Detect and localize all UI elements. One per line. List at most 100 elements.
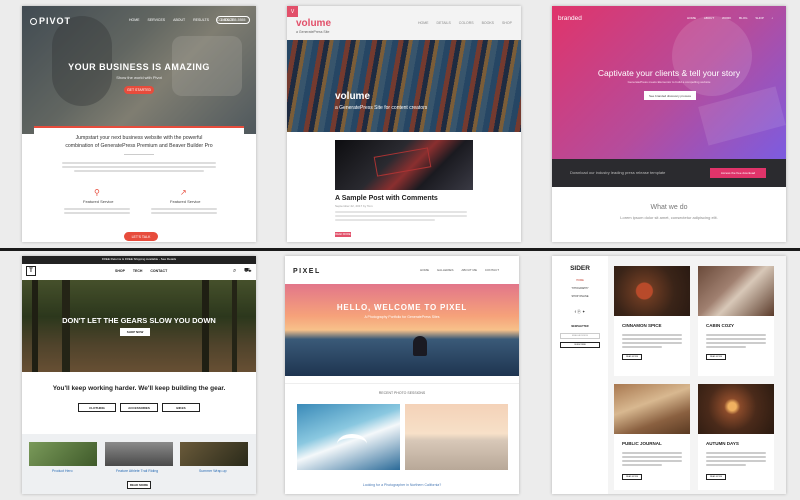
trail-product-2-image[interactable]	[105, 442, 173, 466]
volume-post-image[interactable]	[335, 140, 473, 190]
sider-menu-shop[interactable]: SHOP ONLINE	[552, 295, 608, 299]
sider-post-3-title[interactable]: PUBLIC JOURNAL	[622, 441, 662, 447]
sider-post-3-read-more-label: READ MORE	[625, 476, 639, 478]
sider-menu-home[interactable]: HOME	[552, 279, 608, 283]
pivot-intro-line-2: combination of GeneratePress Premium and…	[65, 143, 213, 149]
volume-post-title[interactable]: A Sample Post with Comments	[335, 195, 438, 202]
branded-hero-subtitle: GeneratePress meets Elementor to build a…	[627, 80, 711, 84]
theme-gallery: PIVOT HOME SERVICES ABOUT RESULTS CONTAC…	[0, 0, 800, 500]
trail-nav-shop[interactable]: SHOP	[115, 269, 125, 273]
sider-post-4-title[interactable]: AUTUMN DAYS	[706, 441, 739, 447]
sider-post-3-read-more[interactable]: READ MORE	[622, 474, 642, 480]
sider-post-1-read-more[interactable]: READ MORE	[622, 354, 642, 360]
volume-nav-shop[interactable]: SHOP	[502, 21, 512, 25]
volume-logo[interactable]: volume	[296, 19, 331, 29]
trail-category-bikes[interactable]: BIKES	[162, 403, 200, 412]
sider-post-1-title[interactable]: CINNAMON SPICE	[622, 323, 662, 329]
trail-cart-icon[interactable]: ⛟	[244, 268, 252, 274]
branded-nav-shop[interactable]: SHOP	[755, 16, 763, 20]
branded-logo[interactable]: branded	[558, 15, 582, 23]
sider-post-2-read-more[interactable]: READ MORE	[706, 354, 726, 360]
card-pixel[interactable]: PIXEL HOME GALLERIES ABOUT ME CONTACT HE…	[285, 256, 519, 494]
pixel-nav: HOME GALLERIES ABOUT ME CONTACT	[413, 269, 499, 272]
branded-hero-cta[interactable]: See branded discovery process	[644, 91, 696, 100]
trail-nav-contact[interactable]: CONTACT	[150, 269, 167, 273]
branded-hero-cta-label: See branded discovery process	[648, 93, 692, 98]
branded-band-button[interactable]: Access the free download	[710, 168, 766, 178]
trail-product-3-image[interactable]	[180, 442, 248, 466]
pivot-feature-1-title: Featured Service	[83, 199, 114, 204]
volume-hero-subtitle: a GeneratePress Site for content creator…	[335, 105, 428, 111]
pivot-hero-cta[interactable]: GET STARTED	[124, 86, 154, 94]
pivot-feature-2-title: Featured Service	[170, 199, 201, 204]
pivot-nav-results[interactable]: RESULTS	[193, 18, 209, 22]
trail-product-1-title[interactable]: Product Hero	[52, 469, 73, 474]
sider-post-3-image	[614, 384, 690, 434]
pixel-nav-home[interactable]: HOME	[420, 268, 429, 272]
trail-logo[interactable]: T	[26, 266, 36, 276]
sider-menu-typography[interactable]: TYPOGRAPHY	[552, 287, 608, 291]
trail-product-2-title[interactable]: Feature Athlete Trail Riding	[116, 469, 158, 474]
sider-post-2-title[interactable]: CABIN COZY	[706, 323, 734, 329]
volume-nav-books[interactable]: BOOKS	[482, 21, 494, 25]
twitter-icon[interactable]: ✦	[582, 309, 585, 314]
card-volume[interactable]: V volume a GeneratePress Site HOME DETAI…	[287, 6, 521, 242]
volume-nav-colors[interactable]: COLORS	[459, 21, 474, 25]
trail-hero-cta[interactable]: SHOP NOW	[120, 328, 150, 336]
sider-post-4-image	[698, 384, 774, 434]
trail-nav-tech[interactable]: TECH	[133, 269, 143, 273]
volume-badge-text: V	[290, 8, 295, 15]
card-branded[interactable]: branded HOME ABOUT WORK BLOG SHOP ⌕ Capt…	[552, 6, 786, 242]
trail-promo-text[interactable]: FREE Returns & FREE Shipping Available -…	[22, 258, 256, 261]
trail-category-clothing[interactable]: CLOTHING	[78, 403, 116, 412]
pivot-nav-about[interactable]: ABOUT	[173, 18, 185, 22]
pivot-logo[interactable]: PIVOT	[30, 17, 71, 26]
sider-post-2[interactable]: CABIN COZY READ MORE	[698, 266, 774, 376]
volume-nav-home[interactable]: HOME	[418, 21, 429, 25]
sider-subscribe-button[interactable]: SUBSCRIBE	[560, 342, 600, 348]
sider-post-4[interactable]: AUTUMN DAYS READ MORE	[698, 384, 774, 490]
branded-nav-home[interactable]: HOME	[687, 16, 696, 20]
pixel-nav-galleries[interactable]: GALLERIES	[437, 268, 454, 272]
pivot-phone-button[interactable]: 1-800-555-5555	[216, 16, 250, 24]
pixel-hero-subtitle: A Photography Portfolio for GeneratePres…	[364, 315, 440, 319]
branded-nav-work[interactable]: WORK	[722, 16, 731, 20]
branded-nav-blog[interactable]: BLOG	[739, 16, 747, 20]
branded-nav: HOME ABOUT WORK BLOG SHOP ⌕	[680, 17, 773, 20]
pivot-nav-services[interactable]: SERVICES	[147, 18, 165, 22]
card-trail[interactable]: FREE Returns & FREE Shipping Available -…	[22, 256, 256, 494]
trail-category-accessories-label: ACCESSORIES	[128, 405, 150, 410]
branded-search-icon[interactable]: ⌕	[772, 16, 774, 20]
pivot-talk-button[interactable]: LET'S TALK	[124, 232, 158, 241]
pixel-hero-image	[285, 284, 519, 376]
volume-read-more-button[interactable]: READ MORE	[335, 232, 351, 237]
volume-badge[interactable]: V	[287, 6, 298, 17]
sider-email-input[interactable]: EMAIL ADDRESS	[560, 333, 600, 339]
pixel-photo-1[interactable]	[297, 404, 400, 470]
card-sider[interactable]: SIDER HOME TYPOGRAPHY SHOP ONLINE f ⓟ ✦ …	[552, 256, 786, 494]
sider-post-4-read-more[interactable]: READ MORE	[706, 474, 726, 480]
pivot-nav-home[interactable]: HOME	[129, 18, 140, 22]
pixel-hero-title: HELLO, WELCOME TO PIXEL	[336, 303, 468, 312]
branded-nav-about[interactable]: ABOUT	[704, 16, 714, 20]
volume-nav-details[interactable]: DETAILS	[436, 21, 450, 25]
trail-category-accessories[interactable]: ACCESSORIES	[120, 403, 158, 412]
trail-product-1-image[interactable]	[29, 442, 97, 466]
sider-logo[interactable]: SIDER	[552, 265, 608, 273]
sider-subscribe-label: SUBSCRIBE	[574, 344, 586, 346]
facebook-icon[interactable]: f	[575, 309, 576, 314]
pixel-logo[interactable]: PIXEL	[293, 268, 321, 275]
sider-post-3[interactable]: PUBLIC JOURNAL READ MORE	[614, 384, 690, 490]
pivot-logo-icon	[30, 18, 37, 25]
pixel-nav-contact[interactable]: CONTACT	[485, 268, 499, 272]
pinterest-icon[interactable]: ⓟ	[577, 309, 581, 314]
pixel-footer-link[interactable]: Looking for a Photographer in Northern C…	[285, 483, 519, 488]
pixel-divider	[285, 383, 519, 384]
trail-product-3-title[interactable]: Summer Wrap-up	[199, 469, 227, 474]
pixel-nav-about[interactable]: ABOUT ME	[461, 268, 477, 272]
trail-more-button[interactable]: READ MORE	[127, 481, 151, 489]
card-pivot[interactable]: PIVOT HOME SERVICES ABOUT RESULTS CONTAC…	[22, 6, 256, 242]
pixel-photo-2[interactable]	[405, 404, 508, 470]
trail-search-icon[interactable]: ⌕	[233, 268, 236, 274]
sider-post-1[interactable]: CINNAMON SPICE READ MORE	[614, 266, 690, 376]
